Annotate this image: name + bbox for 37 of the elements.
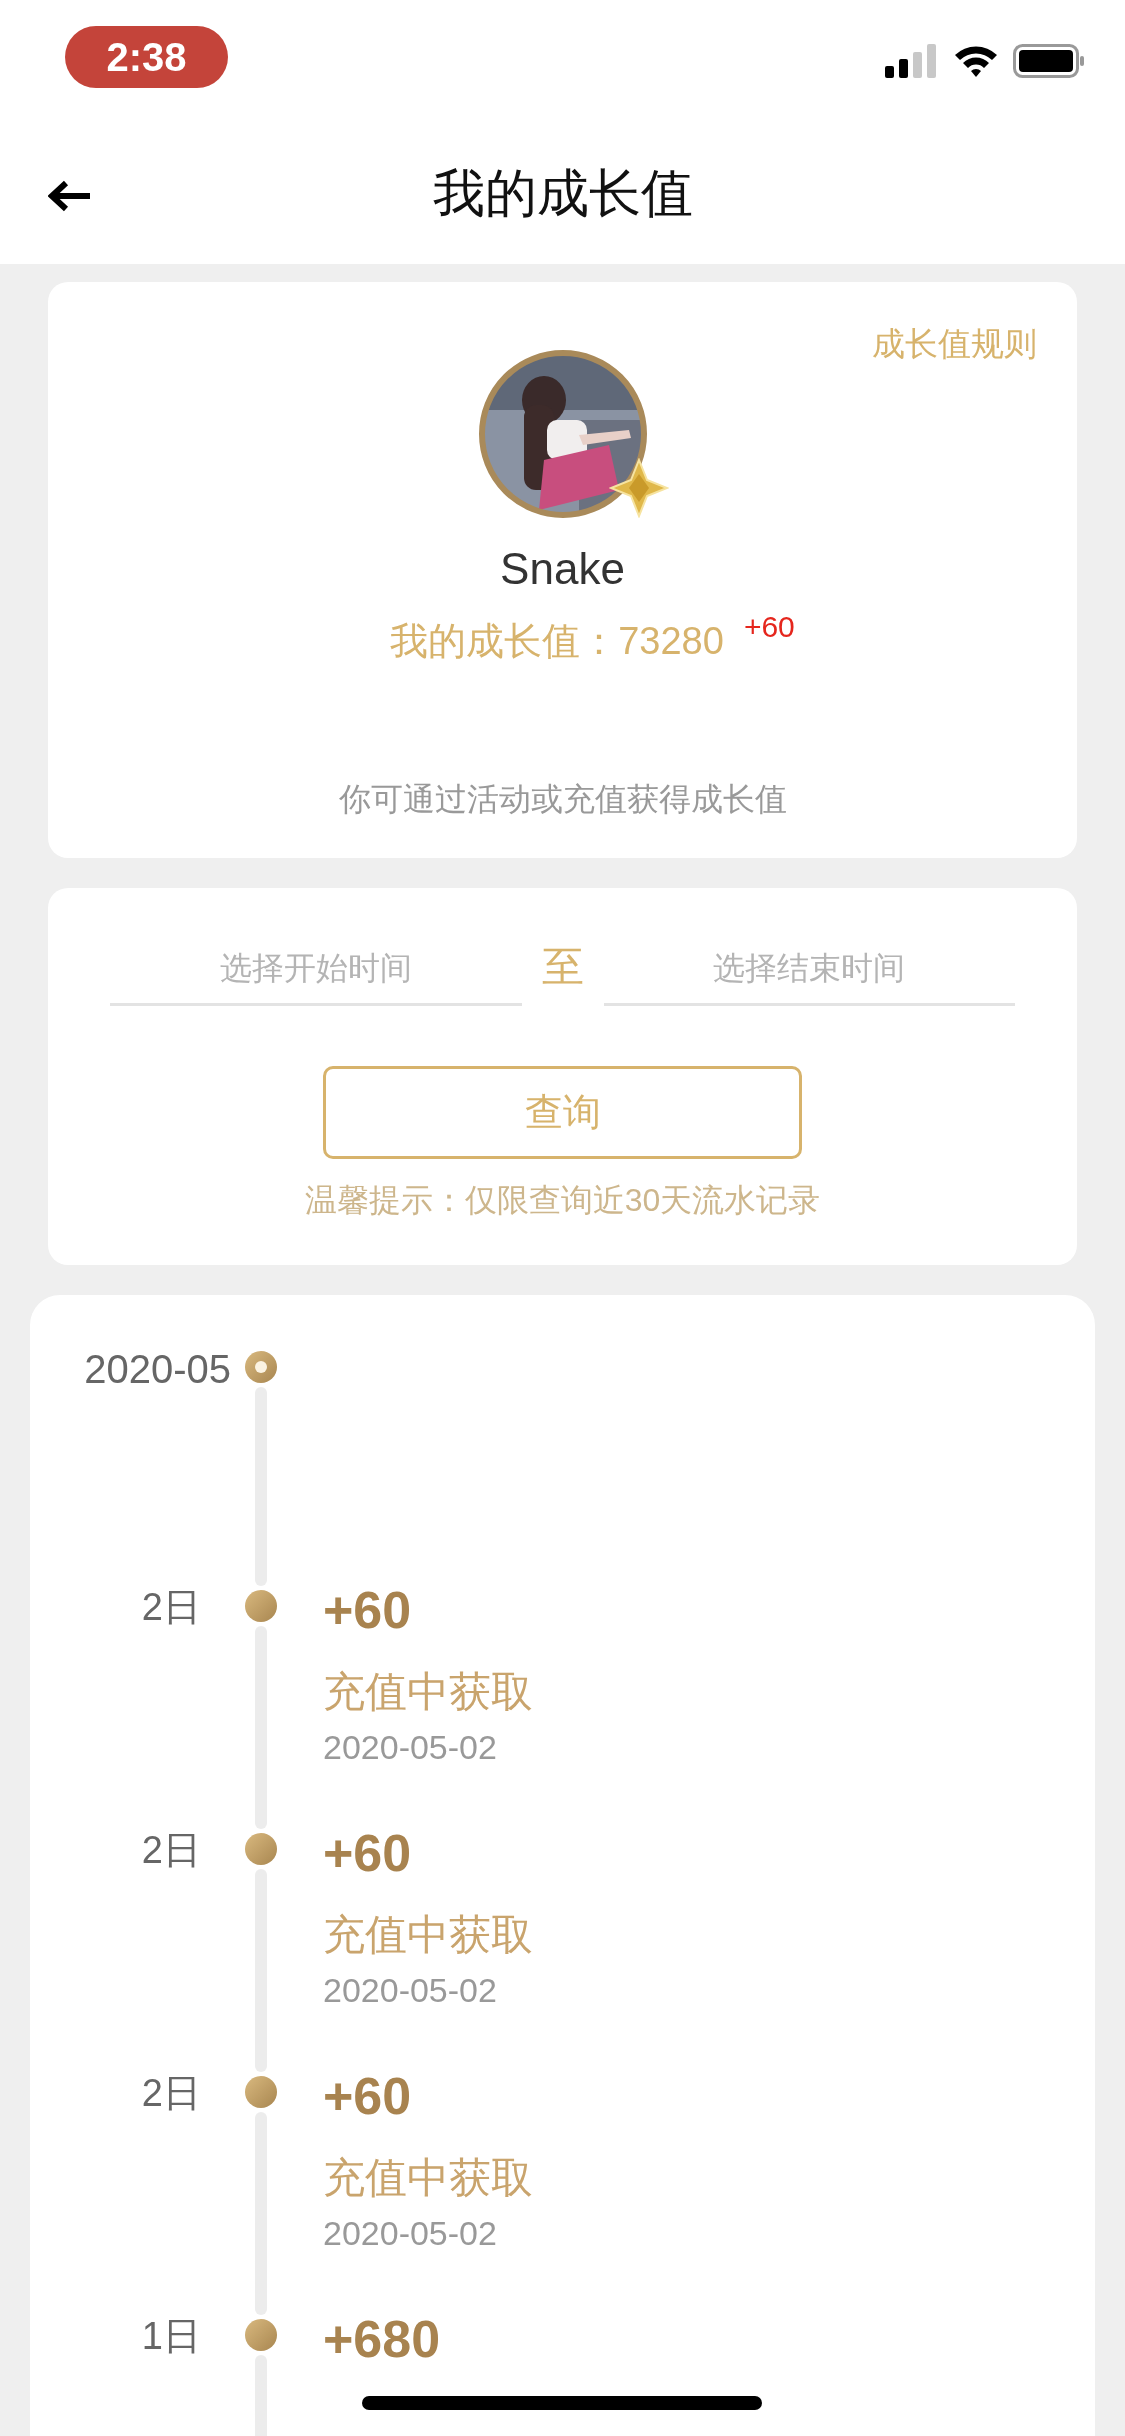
timeline-dot-icon <box>245 2319 277 2351</box>
amount-text: +60 <box>323 1823 413 1883</box>
timeline-dot-icon <box>245 2076 277 2108</box>
date-text: 2020-05-02 <box>323 1728 498 1767</box>
amount-text: +60 <box>323 1580 413 1640</box>
growth-value: 我的成长值：73280 <box>390 619 724 664</box>
month-label: 2020-05 <box>84 1347 231 1393</box>
signal-icon <box>885 44 939 78</box>
page-title: 我的成长值 <box>432 163 693 224</box>
back-arrow-icon[interactable] <box>48 180 92 212</box>
day-label: 1日 <box>141 2314 202 2359</box>
amount-text: +60 <box>323 2066 413 2126</box>
end-date-field[interactable]: 选择结束时间 <box>603 938 1015 1006</box>
user-name: Snake <box>500 544 625 594</box>
amount-text: +680 <box>323 2309 441 2369</box>
source-text: 充值中获取 <box>323 1667 533 1717</box>
source-text: 充值中获取 <box>323 2153 533 2203</box>
timeline-dot-icon <box>245 1590 277 1622</box>
growth-delta: +60 <box>743 610 795 644</box>
query-button[interactable]: 查询 <box>323 1066 802 1159</box>
source-text: 充值中获取 <box>323 1910 533 1960</box>
growth-hint: 你可通过活动或充值获得成长值 <box>338 780 787 819</box>
day-label: 2日 <box>141 2071 202 2116</box>
battery-icon <box>1013 44 1085 78</box>
date-text: 2020-05-02 <box>323 2214 498 2253</box>
date-text: 2020-05-02 <box>323 1971 498 2010</box>
range-separator: 至 <box>541 942 584 992</box>
ring-dot-icon <box>245 1351 277 1383</box>
day-label: 2日 <box>141 1585 202 1630</box>
status-time: 2:38 <box>65 26 228 88</box>
diamond-badge-icon <box>608 458 669 518</box>
day-label: 2日 <box>141 1828 202 1873</box>
wifi-icon <box>953 44 999 78</box>
start-date-field[interactable]: 选择开始时间 <box>110 938 522 1006</box>
rules-link[interactable]: 成长值规则 <box>872 322 1037 367</box>
timeline-dot-icon <box>245 1833 277 1865</box>
query-tip: 温馨提示：仅限查询近30天流水记录 <box>304 1181 821 1220</box>
